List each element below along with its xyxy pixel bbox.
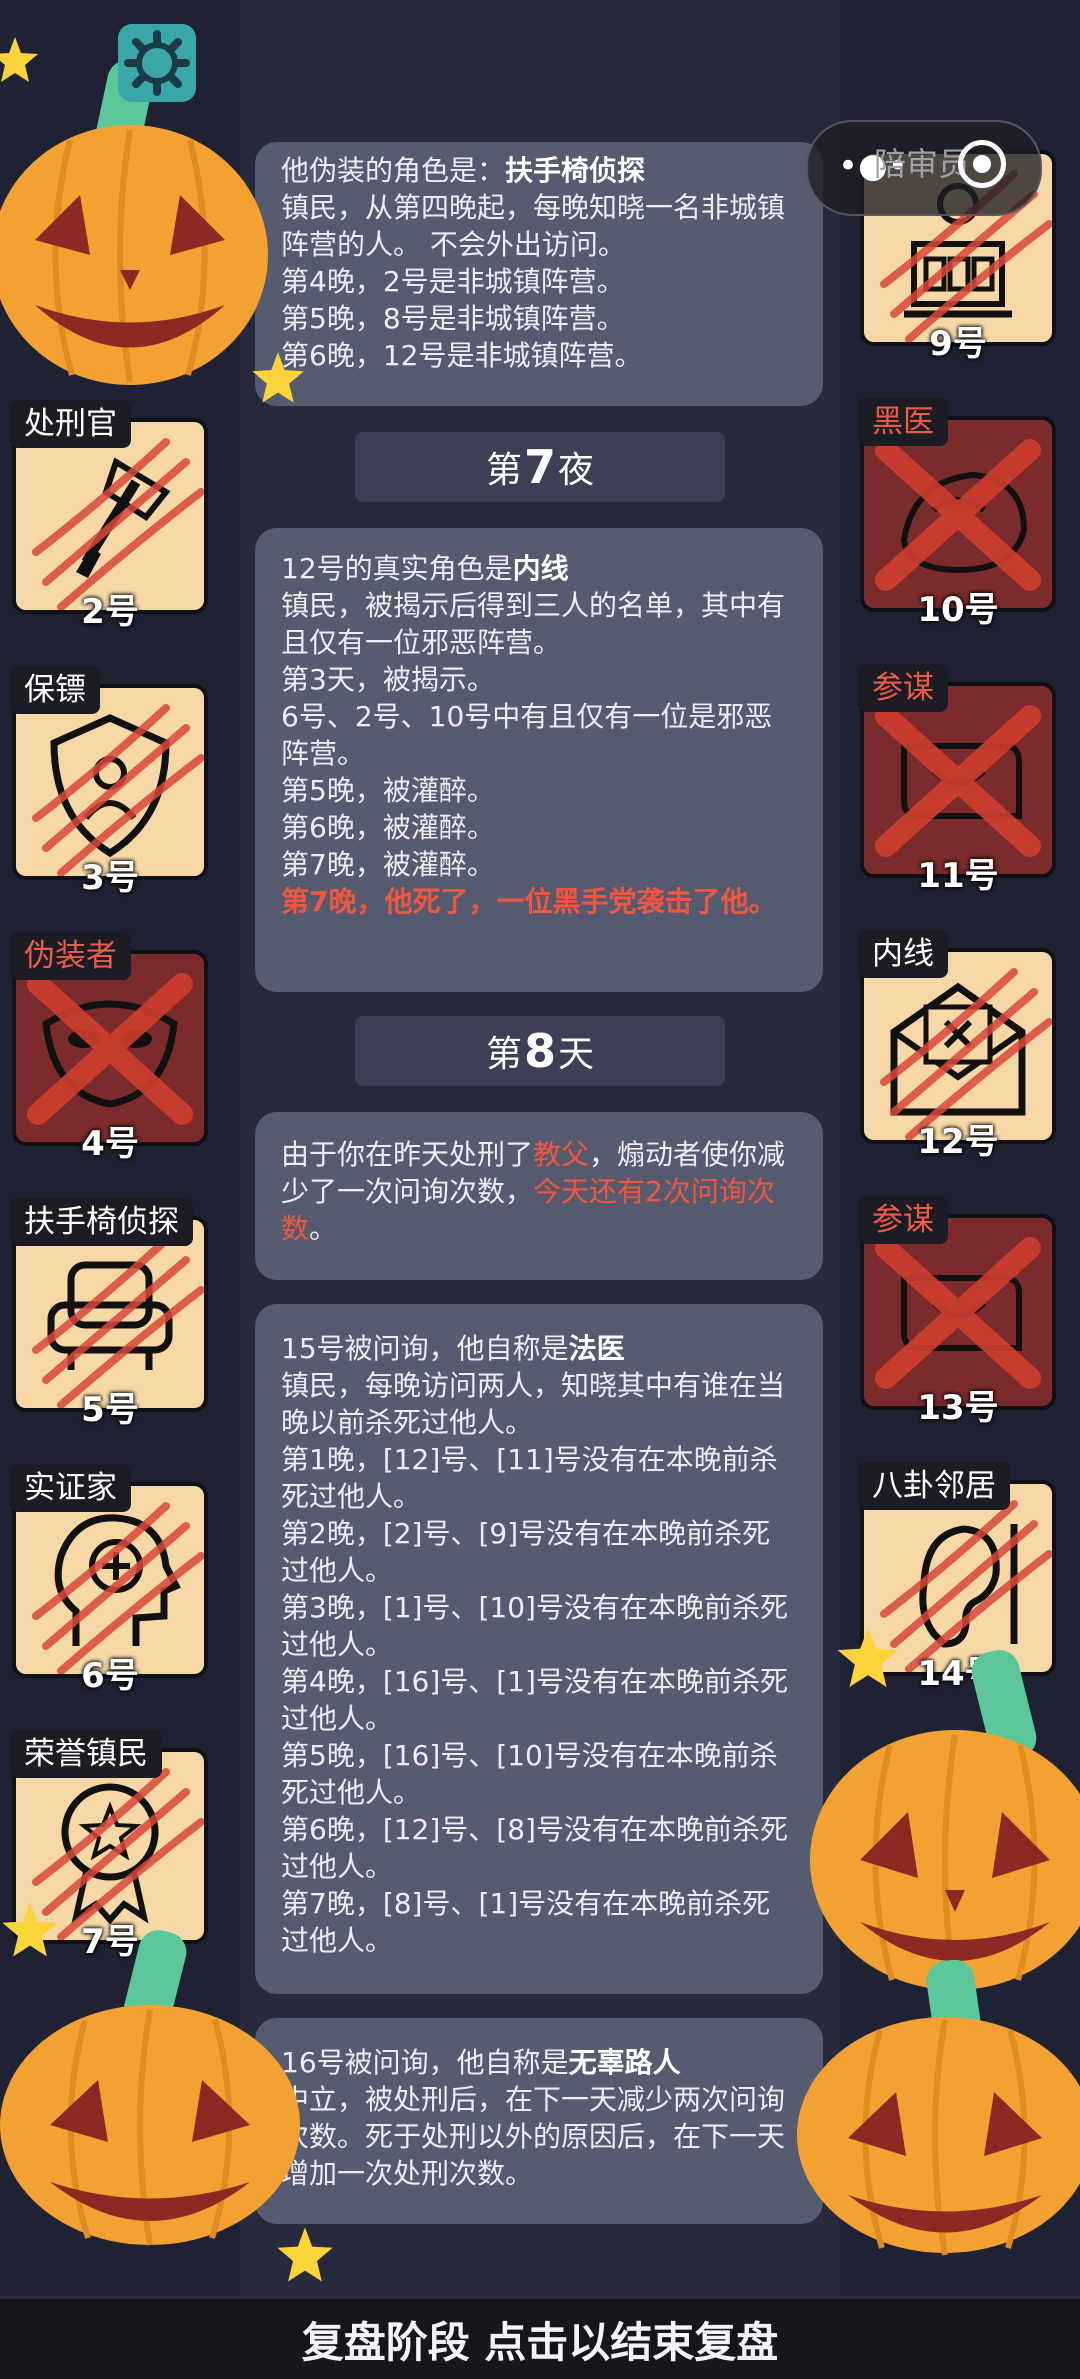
player-number: 5号	[81, 1390, 139, 1430]
target-icon	[973, 155, 991, 173]
executed-role: 教父	[533, 1138, 590, 1171]
player-number: 6号	[81, 1656, 139, 1696]
log-line: 第3天，被揭示。	[281, 663, 495, 696]
log-title: 16号被问询，他自称是	[281, 2046, 569, 2079]
player-role-tag: 黑医	[858, 398, 948, 446]
gear-icon	[124, 30, 190, 96]
player-role-tag: 八卦邻居	[858, 1462, 1010, 1510]
axe-icon	[32, 438, 204, 610]
player-role-tag: 参谋	[858, 664, 948, 712]
player-role-tag: 实证家	[10, 1464, 131, 1512]
dark-doctor-icon	[875, 439, 1041, 591]
armchair-icon	[32, 1236, 204, 1408]
miniprogram-capsule: •●• 陪审员	[806, 120, 1042, 216]
log-line: 第5晚，[16]号、[10]号没有在本晚前杀死过他人。	[281, 1739, 778, 1809]
player-number: 2号	[81, 592, 139, 632]
log-line: 第6晚，[12]号、[8]号没有在本晚前杀死过他人。	[281, 1813, 788, 1883]
head-plus-icon	[32, 1502, 204, 1674]
settings-button[interactable]	[118, 24, 196, 102]
log-line: 6号、2号、10号中有且仅有一位是邪恶阵营。	[281, 700, 773, 770]
log-line: 第7晚，[8]号、[1]号没有在本晚前杀死过他人。	[281, 1887, 771, 1957]
scroll-icon	[875, 1237, 1041, 1389]
log-line: 第6晚，12号是非城镇阵营。	[281, 339, 643, 372]
player-role-tag: 保镖	[10, 666, 100, 714]
player-role-tag: 扶手椅侦探	[10, 1198, 193, 1246]
close-capsule-button[interactable]	[958, 140, 1006, 188]
star-decoration-icon	[277, 2227, 333, 2282]
juror-label: 陪审员	[874, 145, 971, 183]
log-title: 15号被问询，他自称是	[281, 1332, 569, 1365]
log-line: 第1晚，[12]号、[11]号没有在本晚前杀死过他人。	[281, 1443, 778, 1513]
star-decoration-icon	[837, 1627, 899, 1688]
log-role: 无辜路人	[568, 2046, 681, 2079]
log-line: 镇民，被揭示后得到三人的名单，其中有且仅有一位邪恶阵营。	[281, 589, 786, 659]
player-number: 4号	[81, 1124, 139, 1164]
log-line: 第3晚，[1]号、[10]号没有在本晚前杀死过他人。	[281, 1591, 788, 1661]
pumpkin-decoration-icon	[0, 1930, 300, 2246]
log-block-inquiry-count: 由于你在昨天处刑了教父，煽动者使你减少了一次问询次数，今天还有2次问询次数。	[255, 1112, 823, 1280]
scroll-icon	[875, 705, 1041, 857]
player-role-tag: 内线	[858, 930, 948, 978]
log-line: 镇民，每晚访问两人，知晓其中有谁在当晚以前杀死过他人。	[281, 1369, 786, 1439]
phase-day-8: 第8天	[355, 1016, 725, 1086]
end-review-button[interactable]: 复盘阶段 点击以结束复盘	[0, 2296, 1080, 2379]
log-role: 法医	[568, 1332, 625, 1365]
star-decoration-icon	[252, 352, 304, 403]
log-death-line: 第7晚，他死了，一位黑手党袭击了他。	[281, 885, 777, 918]
log-role: 扶手椅侦探	[505, 154, 646, 187]
player-role-tag: 荣誉镇民	[10, 1730, 162, 1778]
player-number: 9号	[929, 324, 987, 364]
log-block-inquiry-16: 16号被问询，他自称是无辜路人 中立，被处刑后，在下一天减少两次问询次数。死于处…	[255, 2018, 823, 2224]
player-role-tag: 处刑官	[10, 400, 131, 448]
pumpkin-decoration-icon	[810, 1650, 1080, 1991]
log-title: 他伪装的角色是：	[281, 154, 506, 187]
player-number: 12号	[917, 1122, 999, 1162]
log-line: 第2晚，[2]号、[9]号没有在本晚前杀死过他人。	[281, 1517, 771, 1587]
star-decoration-icon	[2, 1902, 58, 1957]
log-line: 镇民，从第四晚起，每晚知晓一名非城镇阵营的人。 不会外出访问。	[281, 191, 786, 261]
phase-night-7: 第7夜	[355, 432, 725, 502]
end-review-label: 复盘阶段 点击以结束复盘	[301, 2317, 779, 2367]
pumpkin-decoration-icon	[797, 1960, 1080, 2256]
player-role-tag: 参谋	[858, 1196, 948, 1244]
log-line: 第4晚，2号是非城镇阵营。	[281, 265, 625, 298]
log-line: 第5晚，被灌醉。	[281, 774, 495, 807]
player-number: 3号	[81, 858, 139, 898]
log-line: 第4晚，[16]号、[1]号没有在本晚前杀死过他人。	[281, 1665, 788, 1735]
log-block-disguise: 他伪装的角色是：扶手椅侦探 镇民，从第四晚起，每晚知晓一名非城镇阵营的人。 不会…	[255, 142, 823, 406]
log-block-true-role: 12号的真实角色是内线 镇民，被揭示后得到三人的名单，其中有且仅有一位邪恶阵营。…	[255, 528, 823, 992]
player-number: 13号	[917, 1388, 999, 1428]
log-role: 内线	[512, 552, 569, 585]
log-title: 12号的真实角色是	[281, 552, 513, 585]
mask-icon	[27, 973, 193, 1125]
shield-icon	[32, 704, 204, 876]
star-decoration-icon	[0, 37, 38, 82]
log-line: 中立，被处刑后，在下一天减少两次问询次数。死于处刑以外的原因后，在下一天增加一次…	[281, 2083, 786, 2190]
player-number: 10号	[917, 590, 999, 630]
log-block-inquiry-15: 15号被问询，他自称是法医 镇民，每晚访问两人，知晓其中有谁在当晚以前杀死过他人…	[255, 1304, 823, 1994]
log-line: 第7晚，被灌醉。	[281, 848, 495, 881]
log-line: 第5晚，8号是非城镇阵营。	[281, 302, 625, 335]
player-number: 11号	[917, 856, 999, 896]
player-role-tag: 伪装者	[10, 932, 131, 980]
log-line: 第6晚，被灌醉。	[281, 811, 495, 844]
envelope-icon	[880, 968, 1052, 1140]
